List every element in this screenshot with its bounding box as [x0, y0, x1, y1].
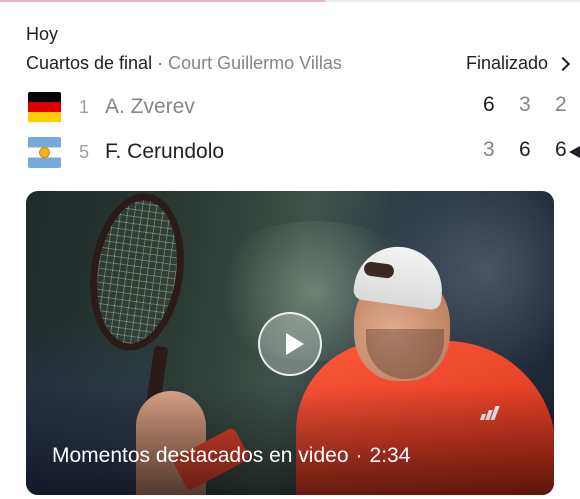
player-seed: 1 [79, 96, 90, 117]
court-label: Court Guillermo Villas [168, 53, 342, 73]
set-score: 3 [519, 93, 531, 116]
video-highlights-card[interactable]: Momentos destacados en video · 2:34 [26, 191, 554, 495]
video-duration: 2:34 [369, 444, 411, 467]
player-name: F. Cerundolo [105, 140, 225, 163]
info-separator: · [157, 53, 164, 73]
argentina-flag-icon [28, 136, 61, 168]
top-divider [0, 0, 580, 2]
play-icon [286, 333, 304, 355]
chevron-right-icon [555, 56, 571, 72]
set-score: 6 [519, 138, 531, 161]
top-divider-accent [0, 0, 325, 2]
player-row-cerundolo[interactable]: 5 F. Cerundolo 3 6 6 [28, 134, 580, 170]
set-scores: 6 3 2 [483, 93, 580, 117]
set-score: 6 [483, 93, 495, 116]
winner-indicator-icon [569, 146, 580, 158]
round-label: Cuartos de final [26, 53, 153, 73]
video-title: Momentos destacados en video [52, 444, 349, 467]
caption-separator: · [355, 444, 363, 467]
caption-shade [26, 385, 554, 495]
germany-flag-icon [28, 91, 61, 123]
match-status-label: Finalizado [465, 53, 548, 73]
player-row-zverev[interactable]: 1 A. Zverev 6 3 2 [28, 89, 580, 125]
set-score: 2 [555, 93, 567, 116]
player-seed: 5 [79, 141, 90, 162]
set-scores: 3 6 6 [483, 138, 580, 162]
match-info-row[interactable]: Cuartos de final · Court Guillermo Villa… [26, 53, 574, 75]
player-name: A. Zverev [105, 95, 195, 118]
play-button[interactable] [258, 312, 322, 376]
set-score: 3 [483, 138, 495, 161]
flag-sun [40, 147, 49, 157]
day-label: Hoy [26, 24, 59, 44]
video-caption: Momentos destacados en video · 2:34 [52, 444, 410, 468]
match-status-link[interactable]: Finalizado [465, 53, 571, 74]
